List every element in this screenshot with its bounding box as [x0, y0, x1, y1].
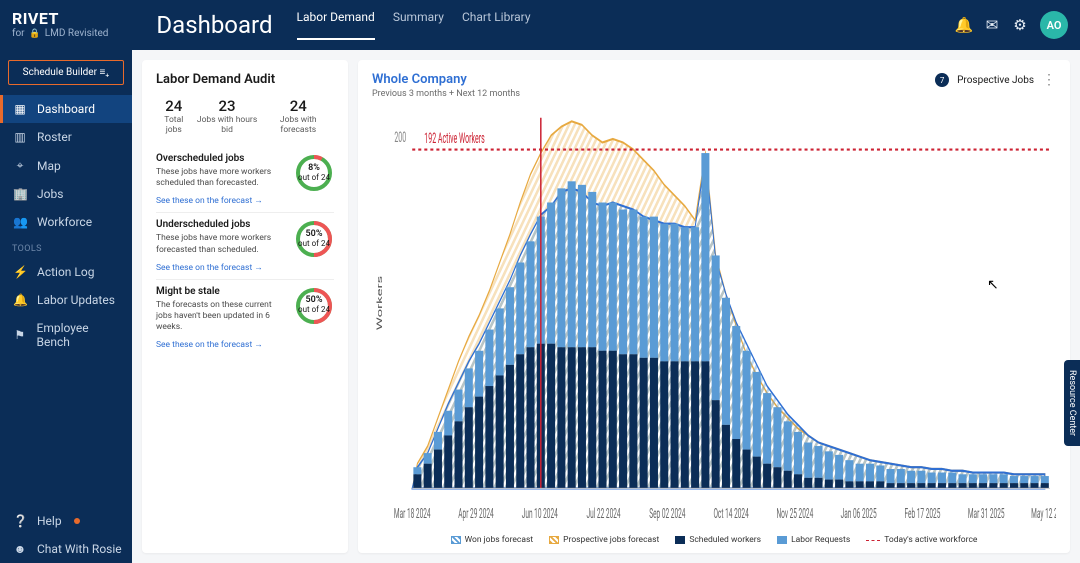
audit-row: Might be stale The forecasts on these cur…	[156, 279, 334, 356]
audit-row-title: Might be stale	[156, 286, 286, 297]
schedule-builder-button[interactable]: Schedule Builder ≡₊	[8, 60, 124, 85]
jobs-icon: 🏢	[13, 187, 27, 201]
avatar[interactable]: AO	[1040, 11, 1068, 39]
help-icon: ❔	[13, 514, 27, 528]
resource-center-tab[interactable]: Resource Center	[1064, 360, 1080, 446]
help-dot-indicator	[74, 518, 80, 524]
builder-icon: ≡₊	[99, 67, 109, 78]
legend-labor-requests: Labor Requests	[777, 535, 850, 545]
audit-row-title: Underscheduled jobs	[156, 219, 286, 230]
svg-text:Oct 14 2024: Oct 14 2024	[713, 505, 748, 522]
stat-with-forecasts: 24 Jobs with forecasts	[263, 97, 334, 135]
audit-row-link[interactable]: See these on the forecast	[156, 339, 263, 350]
brand-project: for 🔒 LMD Revisited	[12, 28, 108, 40]
bell-icon: 🔔	[13, 293, 27, 307]
legend-won: Won jobs forecast	[451, 535, 534, 545]
chart-title: Whole Company	[372, 72, 520, 87]
lock-icon: 🔒	[29, 29, 40, 39]
dashboard-icon: ▦	[13, 102, 27, 116]
page-title: Dashboard	[156, 11, 272, 39]
sidebar-item-action-log[interactable]: ⚡ Action Log	[0, 258, 132, 286]
audit-row: Underscheduled jobs These jobs have more …	[156, 212, 334, 278]
audit-row-title: Overscheduled jobs	[156, 153, 286, 164]
prospective-jobs-label[interactable]: Prospective Jobs	[957, 75, 1034, 86]
svg-text:Mar 31 2025: Mar 31 2025	[968, 505, 1005, 522]
chart-plot: 200 Workers 192 Active Workers Mar 18 2024 A…	[372, 105, 1056, 531]
svg-text:Apr 29 2024: Apr 29 2024	[458, 505, 493, 522]
brand: RIVET for 🔒 LMD Revisited	[12, 10, 108, 39]
audit-row-desc: The forecasts on these current jobs have…	[156, 300, 286, 333]
sidebar-item-employee-bench[interactable]: ⚑ Employee Bench	[0, 314, 132, 356]
mail-icon[interactable]: ✉	[978, 16, 1006, 34]
audit-row-link[interactable]: See these on the forecast	[156, 195, 263, 206]
sidebar-section-tools: TOOLS	[0, 236, 132, 258]
audit-donut: 8%out of 24	[294, 153, 334, 193]
audit-row-desc: These jobs have more workers forecasted …	[156, 233, 286, 255]
sidebar: Schedule Builder ≡₊ ▦ Dashboard ▥ Roster…	[0, 50, 132, 563]
workforce-icon: 👥	[13, 215, 27, 229]
svg-text:Jul 22 2024: Jul 22 2024	[587, 505, 621, 522]
chart-legend: Won jobs forecast Prospective jobs forec…	[372, 535, 1056, 545]
audit-title: Labor Demand Audit	[156, 72, 334, 87]
legend-today: Today's active workforce	[866, 535, 977, 545]
audit-row: Overscheduled jobs These jobs have more w…	[156, 147, 334, 212]
svg-text:Workers: Workers	[375, 276, 383, 331]
sidebar-item-dashboard[interactable]: ▦ Dashboard	[0, 95, 132, 123]
audit-stats: 24 Total jobs 23 Jobs with hours bid 24 …	[156, 97, 334, 135]
content-area: Labor Demand Audit 24 Total jobs 23 Jobs…	[132, 50, 1080, 563]
audit-donut: 50%out of 24	[294, 286, 334, 326]
sidebar-item-map[interactable]: ⌖ Map	[0, 151, 132, 180]
labor-demand-audit-card: Labor Demand Audit 24 Total jobs 23 Jobs…	[142, 60, 348, 553]
labor-demand-chart-card: Whole Company Previous 3 months + Next 1…	[358, 60, 1070, 553]
legend-scheduled: Scheduled workers	[675, 535, 761, 545]
chart-header: Whole Company Previous 3 months + Next 1…	[372, 72, 1056, 99]
svg-text:200: 200	[394, 128, 406, 146]
flag-icon: ⚑	[13, 328, 27, 342]
brand-name: RIVET	[12, 10, 108, 28]
legend-prospective: Prospective jobs forecast	[549, 535, 659, 545]
audit-row-link[interactable]: See these on the forecast	[156, 262, 263, 273]
header-tabs: Labor Demand Summary Chart Library	[297, 10, 531, 40]
chart-more-icon[interactable]: ⋮	[1042, 72, 1056, 88]
sidebar-item-roster[interactable]: ▥ Roster	[0, 123, 132, 151]
chat-icon: ☻	[13, 542, 27, 556]
svg-text:Feb 17 2025: Feb 17 2025	[904, 505, 940, 522]
svg-text:192 Active Workers: 192 Active Workers	[424, 129, 484, 147]
sidebar-item-labor-updates[interactable]: 🔔 Labor Updates	[0, 286, 132, 314]
sidebar-item-workforce[interactable]: 👥 Workforce	[0, 208, 132, 236]
sidebar-item-chat[interactable]: ☻ Chat With Rosie	[0, 535, 132, 563]
svg-text:Jan 06 2025: Jan 06 2025	[841, 505, 877, 522]
bolt-icon: ⚡	[13, 265, 27, 279]
roster-icon: ▥	[13, 130, 27, 144]
stat-hours-bid: 23 Jobs with hours bid	[192, 97, 263, 135]
svg-text:Sep 02 2024: Sep 02 2024	[649, 505, 685, 522]
svg-text:Nov 25 2024: Nov 25 2024	[776, 505, 813, 522]
svg-text:May 12 2025: May 12 2025	[1031, 505, 1056, 522]
svg-text:Mar 18 2024: Mar 18 2024	[394, 505, 431, 522]
notifications-icon[interactable]: 🔔	[950, 16, 978, 34]
audit-donut: 50%out of 24	[294, 219, 334, 259]
map-pin-icon: ⌖	[13, 158, 27, 173]
tab-labor-demand[interactable]: Labor Demand	[297, 10, 375, 40]
prospective-jobs-count-badge: 7	[935, 73, 949, 87]
svg-text:Jun 10 2024: Jun 10 2024	[522, 505, 558, 522]
sidebar-item-help[interactable]: ❔ Help	[0, 507, 132, 535]
settings-icon[interactable]: ⚙	[1006, 16, 1034, 34]
stat-total-jobs: 24 Total jobs	[156, 97, 192, 135]
audit-row-desc: These jobs have more workers scheduled t…	[156, 167, 286, 189]
tab-summary[interactable]: Summary	[393, 10, 444, 40]
topbar: RIVET for 🔒 LMD Revisited Dashboard Labo…	[0, 0, 1080, 50]
sidebar-item-jobs[interactable]: 🏢 Jobs	[0, 180, 132, 208]
chart-subtitle: Previous 3 months + Next 12 months	[372, 89, 520, 99]
tab-chart-library[interactable]: Chart Library	[462, 10, 531, 40]
